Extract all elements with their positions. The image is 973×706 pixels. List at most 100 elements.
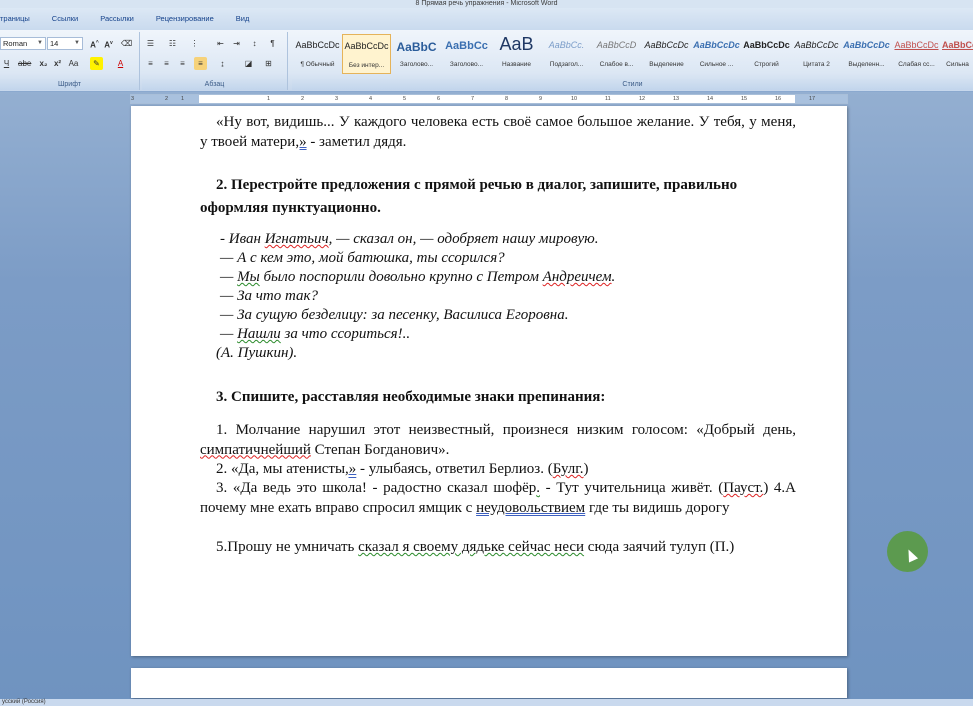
window-title: 8 Прямая речь упражнения - Microsoft Wor… <box>0 0 973 8</box>
styles-group-label: Стили <box>292 79 973 90</box>
decrease-indent-icon[interactable]: ⇤ <box>214 37 227 50</box>
task-number: 2. <box>216 177 228 193</box>
style-name: Сильна <box>946 61 969 68</box>
ruler-tick: 5 <box>403 96 407 102</box>
justify-icon[interactable]: ≡ <box>194 57 207 70</box>
text-run: - улыбаясь, ответил Берлиоз. ( <box>356 461 553 477</box>
font-group-label: Шрифт <box>0 79 139 90</box>
multilevel-list-icon[interactable]: ⋮ <box>188 37 201 50</box>
spelling-error: Игнатьич <box>264 231 329 247</box>
tab-mailings[interactable]: Рассылки <box>89 8 145 30</box>
highlight-icon[interactable]: ✎ <box>90 57 103 70</box>
text-run: - Тут учительница живёт. ( <box>540 480 724 496</box>
pilcrow-icon[interactable]: ¶ <box>266 37 279 50</box>
text-run: — За что так? <box>220 288 319 304</box>
style-preview: AaBbCcDc <box>794 40 839 50</box>
task-3-heading: 3. Спишите, расставляя необходимые знаки… <box>216 388 812 408</box>
text-run: — <box>220 326 238 342</box>
style-quote-2[interactable]: AaBbCcDc Цитата 2 <box>792 34 841 74</box>
ruler-tick: 2 <box>165 96 169 102</box>
style-name: Слабое в... <box>599 61 634 68</box>
text-run: — А с кем это, мой батюшка, ты ссорился? <box>220 250 505 266</box>
exercise-5: 5.Прошу не умничать сказал я своему дядь… <box>200 538 796 558</box>
borders-icon[interactable]: ⊞ <box>262 57 275 70</box>
font-color-button[interactable]: A <box>114 57 127 70</box>
style-subtle-reference[interactable]: AaBbCcDc Слабая сс... <box>892 34 941 74</box>
spelling-error: Андреичем <box>542 269 612 285</box>
style-subtle-emphasis[interactable]: AaBbCcD Слабое в... <box>592 34 641 74</box>
style-subtitle[interactable]: AaBbCc. Подзагол... <box>542 34 591 74</box>
clear-format-icon[interactable]: ⌫ <box>120 37 133 50</box>
style-title[interactable]: AaB Название <box>492 34 541 74</box>
align-right-icon[interactable]: ≡ <box>176 57 189 70</box>
style-no-spacing[interactable]: AaBbCcDc Без интер... <box>342 34 391 74</box>
ruler-tick: 1 <box>181 96 185 102</box>
dialog-line: — Мы было поспорили довольно крупно с Пе… <box>220 268 816 288</box>
style-name: Без интер... <box>348 62 385 69</box>
font-name-box[interactable]: Roman ▼ <box>0 37 46 50</box>
task-text: Перестройте предложения с прямой речью в… <box>200 177 738 216</box>
style-name: Подзагол... <box>549 61 584 68</box>
grow-font-button[interactable]: A^ <box>88 37 101 50</box>
line-spacing-icon[interactable]: ↨ <box>216 57 229 70</box>
sort-icon[interactable]: ↕ <box>248 37 261 50</box>
text-run: 3. «Да ведь это школа! - радостно сказал… <box>216 480 537 496</box>
style-emphasis[interactable]: AaBbCcDc Выделение <box>642 34 691 74</box>
text-run: (А. Пушкин). <box>216 345 298 361</box>
text-run: 1. Молчание нарушил этот неизвестный, пр… <box>216 422 796 438</box>
style-name: Выделение <box>649 61 684 68</box>
font-name-value: Roman <box>3 39 28 48</box>
ruler-tick: 8 <box>505 96 509 102</box>
change-case-button[interactable]: Aa <box>67 57 80 70</box>
underline-button[interactable]: Ч <box>0 57 13 70</box>
style-strong[interactable]: AaBbCcDc Строгий <box>742 34 791 74</box>
style-name: Заголово... <box>399 61 434 68</box>
style-name: Строгий <box>754 61 779 68</box>
task-2-heading: 2. Перестройте предложения с прямой речь… <box>200 174 796 220</box>
ruler-tick: 1 <box>267 96 271 102</box>
style-name: Выделенн... <box>848 61 885 68</box>
paragraph-quote: «Ну вот, видишь... У каждого человека ес… <box>200 113 796 152</box>
numbering-icon[interactable]: ☷ <box>166 37 179 50</box>
tab-review[interactable]: Рецензирование <box>145 8 225 30</box>
bullets-icon[interactable]: ☰ <box>144 37 157 50</box>
style-normal[interactable]: AaBbCcDc ¶ Обычный <box>293 34 342 74</box>
tab-view[interactable]: Вид <box>225 8 261 30</box>
tab-page-layout[interactable]: траницы <box>0 8 41 30</box>
document-page[interactable]: «Ну вот, видишь... У каждого человека ес… <box>131 106 847 656</box>
style-heading-2[interactable]: AaBbCc Заголово... <box>442 34 491 74</box>
spelling-error: Пауст. <box>723 480 764 496</box>
style-intense-emphasis[interactable]: AaBbCcDc Сильное ... <box>692 34 741 74</box>
document-page-2[interactable] <box>131 668 847 698</box>
horizontal-ruler[interactable]: 3 2 1 1 2 3 4 5 6 7 8 9 10 11 12 13 14 1… <box>130 94 848 104</box>
text-run: за что ссориться!.. <box>280 326 411 342</box>
text-run: было поспорили довольно крупно с Петром <box>259 269 543 285</box>
style-intense-quote[interactable]: AaBbCcDc Выделенн... <box>842 34 891 74</box>
align-left-icon[interactable]: ≡ <box>144 57 157 70</box>
shading-icon[interactable]: ◪ <box>242 57 255 70</box>
align-center-icon[interactable]: ≡ <box>160 57 173 70</box>
style-name: Цитата 2 <box>803 61 830 68</box>
style-preview: AaBbCc <box>942 40 973 50</box>
subscript-button[interactable]: x₂ <box>37 57 50 70</box>
tab-references[interactable]: Ссылки <box>41 8 89 30</box>
spelling-error: Булг. <box>552 461 584 477</box>
style-intense-reference[interactable]: AaBbCc Сильна <box>942 34 973 74</box>
shrink-font-button[interactable]: Av <box>102 37 115 50</box>
text-run: где ты видишь дорогу <box>585 499 730 516</box>
paragraph-group-label: Абзац <box>142 79 287 90</box>
style-preview: AaBbC <box>396 40 437 54</box>
exercise-1: 1. Молчание нарушил этот неизвестный, пр… <box>200 421 796 460</box>
font-size-box[interactable]: 14 ▼ <box>47 37 83 50</box>
style-heading-1[interactable]: AaBbC Заголово... <box>392 34 441 74</box>
text-run: ) <box>583 461 589 477</box>
font-size-value: 14 <box>50 39 59 48</box>
superscript-button[interactable]: x² <box>51 57 64 70</box>
chevron-down-icon: ▼ <box>74 40 80 46</box>
dialog-line: — За сущую безделицу: за песенку, Васили… <box>220 306 816 326</box>
grammar-error: неудовольствием <box>476 499 586 516</box>
increase-indent-icon[interactable]: ⇥ <box>230 37 243 50</box>
language-indicator[interactable]: усский (Россия) <box>2 699 46 705</box>
strikethrough-button[interactable]: abe <box>18 57 31 70</box>
text-run: , — сказал он, — одобряет нашу мировую. <box>328 231 599 247</box>
